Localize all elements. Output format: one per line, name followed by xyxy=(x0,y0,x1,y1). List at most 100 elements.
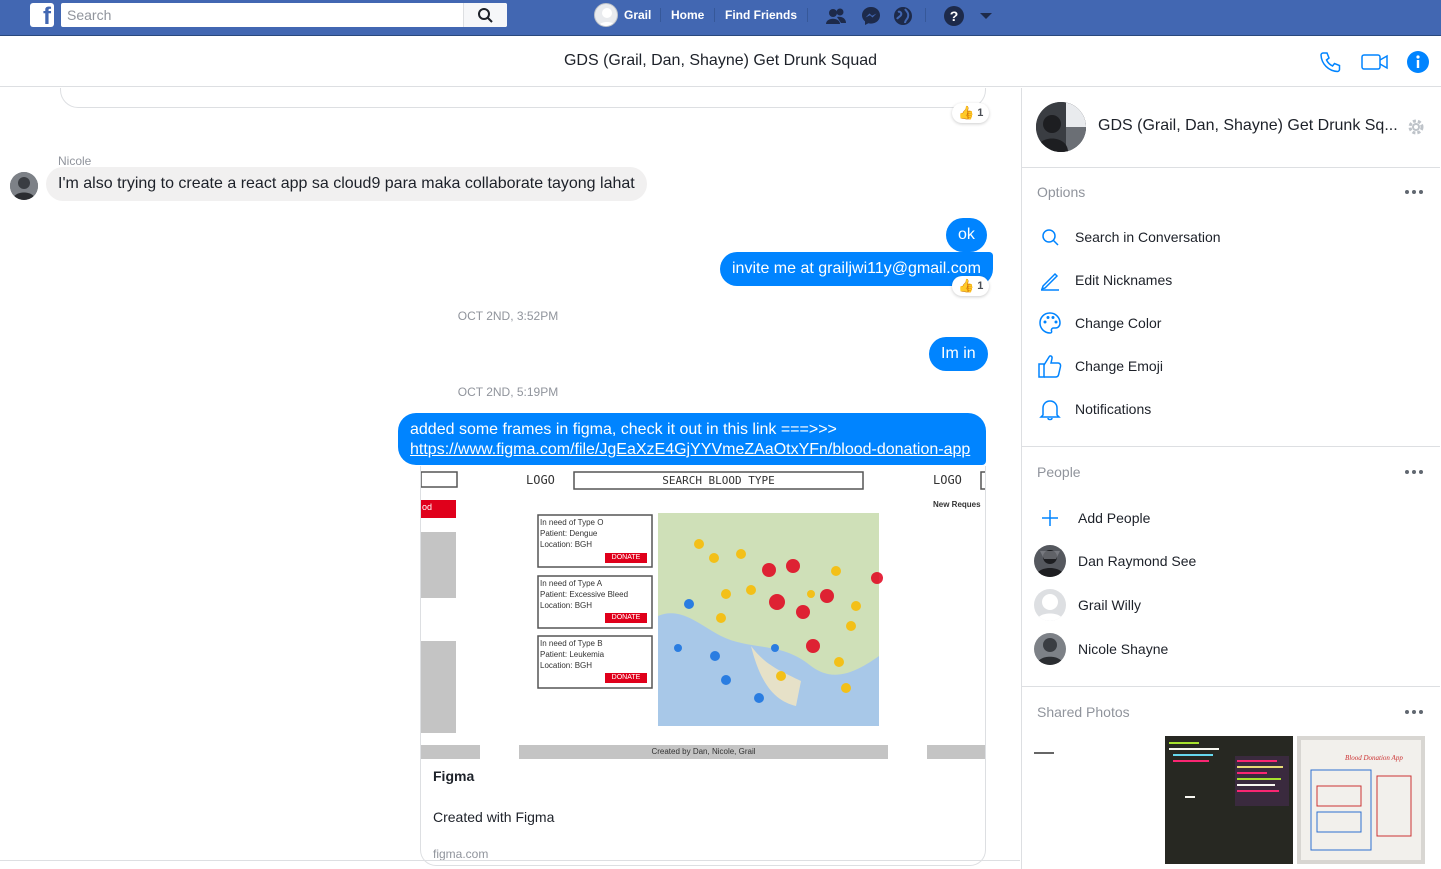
option-search-in-conversation[interactable]: Search in Conversation xyxy=(1037,222,1427,252)
help-icon[interactable]: ? xyxy=(943,5,965,27)
request-line: In need of Type A xyxy=(540,579,603,588)
info-icon[interactable] xyxy=(1405,49,1431,75)
facebook-logo-icon[interactable]: f xyxy=(30,3,54,27)
group-avatar[interactable] xyxy=(1036,102,1086,152)
outgoing-message-bubble[interactable]: ok xyxy=(946,218,987,252)
person-name: Grail Willy xyxy=(1078,597,1141,613)
search-input[interactable] xyxy=(67,6,459,24)
palette-icon xyxy=(1037,310,1063,336)
reaction-badge[interactable]: 👍 1 xyxy=(952,103,990,123)
preview-donate-button: DONATE xyxy=(611,614,641,621)
nav-divider xyxy=(925,8,926,22)
thumbs-up-reaction-icon: 👍 xyxy=(958,105,975,120)
global-search-box xyxy=(61,3,507,27)
preview-logo-right: LOGO xyxy=(933,473,962,487)
dropdown-caret-icon[interactable] xyxy=(975,5,997,27)
preview-donate-button: DONATE xyxy=(611,554,641,561)
profile-name: Grail xyxy=(624,8,652,22)
option-label: Search in Conversation xyxy=(1075,229,1221,245)
sender-name: Nicole xyxy=(58,154,92,168)
request-line: Location: BGH xyxy=(540,661,593,670)
add-people-label: Add People xyxy=(1078,510,1151,526)
more-options-icon[interactable] xyxy=(1404,469,1424,475)
request-line: In need of Type B xyxy=(540,639,603,648)
section-divider xyxy=(1022,446,1440,447)
nav-divider xyxy=(714,8,715,22)
find-friends-link[interactable]: Find Friends xyxy=(725,8,797,22)
figma-preview-image[interactable]: LOGO SEARCH BLOOD TYPE LOGO New Reques o… xyxy=(421,466,985,761)
reaction-count: 1 xyxy=(977,280,984,292)
options-section-title[interactable]: Options xyxy=(1037,184,1085,200)
request-line: Location: BGH xyxy=(540,601,593,610)
option-change-emoji[interactable]: Change Emoji xyxy=(1037,351,1427,381)
person-name: Dan Raymond See xyxy=(1078,553,1197,569)
link-card-description: Created with Figma xyxy=(433,809,555,825)
messenger-icon[interactable] xyxy=(860,5,882,27)
person-grail-willy[interactable]: Grail Willy xyxy=(1034,588,1424,622)
preview-request-card: In need of Type A Patient: Excessive Ble… xyxy=(540,578,628,611)
friend-requests-icon[interactable] xyxy=(825,5,847,27)
phone-icon[interactable] xyxy=(1317,49,1343,75)
person-nicole-shayne[interactable]: Nicole Shayne xyxy=(1034,632,1424,666)
shared-photo-thumbnail[interactable] xyxy=(1034,736,1162,864)
link-card-title[interactable]: Figma xyxy=(433,768,474,784)
preview-request-card: In need of Type B Patient: Leukemia Loca… xyxy=(540,638,604,671)
link-message-text: added some frames in figma, check it out… xyxy=(410,421,837,438)
avatar xyxy=(1034,633,1066,665)
request-line: In need of Type O xyxy=(540,518,604,527)
profile-link[interactable]: Grail xyxy=(594,3,651,27)
home-link[interactable]: Home xyxy=(671,8,704,22)
link-preview-card[interactable]: LOGO SEARCH BLOOD TYPE LOGO New Reques o… xyxy=(420,466,986,866)
preview-logo-left: LOGO xyxy=(526,473,555,487)
gear-icon[interactable] xyxy=(1406,117,1426,137)
sender-avatar[interactable] xyxy=(10,172,38,200)
shared-photo-thumbnail[interactable] xyxy=(1165,736,1293,864)
avatar xyxy=(1034,589,1066,621)
option-label: Edit Nicknames xyxy=(1075,272,1173,288)
reaction-badge[interactable]: 👍 1 xyxy=(952,276,990,296)
conversation-title: GDS (Grail, Dan, Shayne) Get Drunk Squad xyxy=(563,52,878,69)
people-section-title[interactable]: People xyxy=(1037,464,1081,480)
incoming-message-bubble[interactable]: I'm also trying to create a react app sa… xyxy=(46,167,647,201)
message-thread[interactable]: 👍 1 Nicole I'm also trying to create a r… xyxy=(0,88,1020,869)
add-people-button[interactable]: Add People xyxy=(1034,501,1424,535)
option-change-color[interactable]: Change Color xyxy=(1037,308,1427,338)
request-line: Patient: Excessive Bleed xyxy=(540,590,629,599)
link-card-domain: figma.com xyxy=(433,847,489,861)
bell-icon xyxy=(1037,396,1063,422)
thumbs-up-reaction-icon: 👍 xyxy=(958,278,975,293)
option-label: Notifications xyxy=(1075,401,1152,417)
preview-footer: Created by Dan, Nicole, Grail xyxy=(651,747,756,756)
search-icon xyxy=(478,8,493,23)
nav-divider xyxy=(660,8,661,22)
outgoing-link-message[interactable]: added some frames in figma, check it out… xyxy=(398,413,986,465)
shared-photo-thumbnail[interactable]: Blood Donation App xyxy=(1297,736,1425,864)
option-label: Change Emoji xyxy=(1075,358,1163,374)
more-options-icon[interactable] xyxy=(1404,709,1424,715)
figma-link[interactable]: https://www.figma.com/file/JgEaXzE4GjYYV… xyxy=(410,441,970,458)
composer-divider xyxy=(0,860,1020,861)
nav-divider xyxy=(807,8,808,22)
shared-photo-caption: Blood Donation App xyxy=(1345,754,1403,762)
more-options-icon[interactable] xyxy=(1404,189,1424,195)
section-divider xyxy=(1022,167,1440,168)
option-label: Change Color xyxy=(1075,315,1162,331)
thumbs-up-icon xyxy=(1037,353,1063,379)
request-line: Patient: Dengue xyxy=(540,529,598,538)
search-button[interactable] xyxy=(463,3,507,27)
option-edit-nicknames[interactable]: Edit Nicknames xyxy=(1037,265,1427,295)
avatar xyxy=(1034,545,1066,577)
svg-text:?: ? xyxy=(950,8,959,24)
preview-donate-button: DONATE xyxy=(611,674,641,681)
shared-photos-section-title[interactable]: Shared Photos xyxy=(1037,704,1130,720)
group-name[interactable]: GDS (Grail, Dan, Shayne) Get Drunk Sq... xyxy=(1098,117,1398,135)
previous-link-card[interactable] xyxy=(60,88,986,108)
outgoing-message-bubble[interactable]: Im in xyxy=(929,337,988,371)
preview-search-blood-type: SEARCH BLOOD TYPE xyxy=(662,474,775,487)
preview-red-tab: od xyxy=(422,502,433,512)
video-icon[interactable] xyxy=(1360,49,1390,75)
wireframe-mockup xyxy=(421,471,985,759)
person-dan-raymond-see[interactable]: Dan Raymond See xyxy=(1034,544,1424,578)
option-notifications[interactable]: Notifications xyxy=(1037,394,1427,424)
notifications-globe-icon[interactable] xyxy=(892,5,914,27)
